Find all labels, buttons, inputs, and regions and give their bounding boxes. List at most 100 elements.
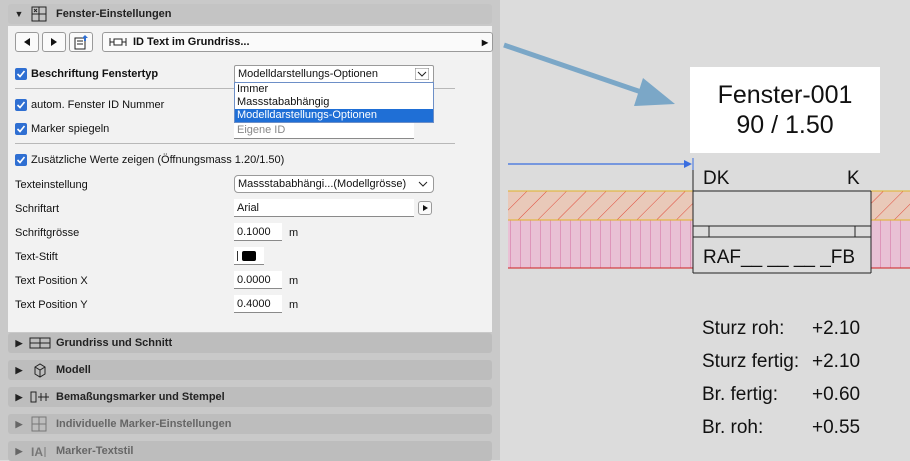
window-settings-icon (29, 6, 51, 22)
text-pos-y-field[interactable]: 0.4000 (234, 295, 282, 313)
text-pos-x-label: Text Position X (15, 275, 88, 287)
section-title: Marker-Textstil (56, 445, 134, 457)
text-setting-select[interactable]: Massstababhängi...(Modellgrösse) (234, 175, 434, 193)
expand-triangle-icon[interactable]: ▶ (12, 365, 26, 376)
label-dk: DK (703, 168, 730, 189)
wall-hatch-right (871, 191, 910, 220)
window-type-dropdown[interactable]: Immer Massstabab­hängig Modelldarstellun… (234, 82, 434, 123)
unit-label: m (289, 275, 299, 287)
wall-insulation-left (508, 220, 693, 268)
show-extra-values-row: Zusätzliche Werte zeigen (Öffnungsmass 1… (15, 152, 284, 168)
text-setting-value: Massstababhängi...(Modellgrösse) (238, 178, 407, 190)
wall-insulation-right (871, 220, 910, 268)
mirror-marker-label: Marker spiegeln (31, 123, 110, 135)
unit-label: m (289, 299, 299, 311)
text-pen-label: Text-Stift (15, 251, 58, 263)
text-setting-row: Texteinstellung (15, 177, 88, 193)
label-window-type-checkbox[interactable] (15, 68, 27, 80)
stat-label: Br. roh: (702, 417, 764, 438)
section-title: Fenster-Einstellungen (56, 8, 172, 20)
section-title: Individuelle Marker-Einstellungen (56, 418, 232, 430)
pen-color-swatch (242, 250, 256, 261)
arrow-right-icon (51, 38, 57, 46)
show-extra-values-label: Zusätzliche Werte zeigen (Öffnungsmass 1… (31, 154, 285, 166)
window-id-tag: Fenster-001 90 / 1.50 (690, 67, 880, 153)
text-pos-y-row: Text Position Y (15, 297, 88, 313)
section-title: Grundriss und Schnitt (56, 337, 173, 349)
arrow-left-icon (24, 38, 30, 46)
label-k: K (847, 168, 860, 189)
font-row: Schriftart (15, 201, 59, 217)
mirror-marker-row: Marker spiegeln (15, 121, 109, 137)
expand-triangle-icon[interactable]: ▶ (12, 446, 26, 457)
own-id-field[interactable]: Eigene ID (234, 121, 414, 139)
nav-row (15, 32, 93, 52)
custom-marker-icon (29, 416, 51, 432)
expand-triangle-icon[interactable]: ▶ (12, 392, 26, 403)
font-picker-button[interactable] (418, 201, 432, 215)
prev-button[interactable] (15, 32, 39, 52)
page-selector-label: ID Text im Grundriss... (133, 36, 250, 48)
mirror-marker-checkbox[interactable] (15, 123, 27, 135)
expand-triangle-icon[interactable]: ▶ (12, 338, 26, 349)
section-title: Bemaßungsmarker und Stempel (56, 391, 225, 403)
divider (15, 143, 455, 144)
chevron-down-icon (417, 179, 429, 192)
callout-arrow-head (634, 78, 675, 106)
text-setting-label: Texteinstellung (15, 179, 88, 191)
page-list-icon (74, 35, 88, 50)
section-plan-section[interactable]: ▶ Grundriss und Schnitt (8, 333, 492, 353)
plan-section-icon (29, 335, 51, 351)
dropdown-option-selected[interactable]: Modelldarstellungs-Optionen (235, 109, 433, 122)
font-size-field[interactable]: 0.1000 (234, 223, 282, 241)
section-custom-marker[interactable]: ▶ Individuelle Marker-Einstellungen (8, 414, 492, 434)
section-title: Modell (56, 364, 91, 376)
tag-line-1: Fenster-001 (717, 81, 853, 109)
unit-label: m (289, 227, 299, 239)
expand-arrow-icon: ▶ (481, 37, 488, 47)
page-list-button[interactable] (69, 32, 93, 52)
id-text-icon (109, 36, 127, 48)
section-model[interactable]: ▶ Modell (8, 360, 492, 380)
label-raf-fb: RAF__ __ __ _FB (703, 247, 856, 268)
auto-window-id-checkbox[interactable] (15, 99, 27, 111)
text-pos-y-label: Text Position Y (15, 299, 88, 311)
expand-triangle-icon[interactable]: ▶ (12, 419, 26, 430)
tag-line-2: 90 / 1.50 (736, 111, 834, 139)
collapse-triangle-icon[interactable]: ▼ (12, 9, 26, 19)
stat-value: +2.10 (812, 351, 861, 372)
chevron-down-icon (414, 67, 430, 83)
stat-label: Br. fertig: (702, 384, 779, 405)
font-size-label: Schriftgrösse (15, 227, 80, 239)
text-style-icon: IA (29, 443, 51, 459)
stat-label: Sturz fertig: (702, 351, 800, 372)
section-window-settings[interactable]: ▼ Fenster-Einstellungen (8, 4, 492, 24)
auto-window-id-row: autom. Fenster ID Nummer (15, 97, 164, 113)
text-pos-x-field[interactable]: 0.0000 (234, 271, 282, 289)
font-size-row: Schriftgrösse (15, 225, 79, 241)
stat-value: +2.10 (812, 318, 861, 339)
section-dimension-markers[interactable]: ▶ Bemaßungsmarker und Stempel (8, 387, 492, 407)
label-window-type-select[interactable]: Modelldarstellungs-Optionen (234, 65, 434, 83)
auto-window-id-label: autom. Fenster ID Nummer (31, 99, 165, 111)
dimension-marker-icon (29, 389, 51, 405)
section-marker-textstyle[interactable]: ▶ IA Marker-Textstil (8, 441, 492, 461)
font-label: Schriftart (15, 203, 60, 215)
stat-value: +0.55 (812, 417, 861, 438)
arrow-right-icon (423, 205, 428, 211)
text-pen-row: Text-Stift (15, 249, 58, 265)
dropdown-option[interactable]: Massstabab­hängig (235, 96, 433, 109)
dropdown-option[interactable]: Immer (235, 83, 433, 96)
next-button[interactable] (42, 32, 66, 52)
settings-panel: ▼ Fenster-Einstellungen ID Text im Grund… (0, 0, 500, 461)
page-selector[interactable]: ID Text im Grundriss... ▶ (102, 32, 493, 52)
font-field[interactable]: Arial (234, 199, 414, 217)
show-extra-values-checkbox[interactable] (15, 154, 27, 166)
callout-arrow (503, 42, 651, 98)
stat-label: Sturz roh: (702, 318, 785, 339)
label-window-type-value: Modelldarstellungs-Optionen (238, 68, 379, 80)
text-pen-picker[interactable] (234, 247, 264, 265)
label-window-type-row: Beschriftung Fenstertyp (15, 66, 158, 82)
wall-hatch-left (508, 191, 693, 220)
label-window-type-label: Beschriftung Fenstertyp (31, 68, 159, 80)
